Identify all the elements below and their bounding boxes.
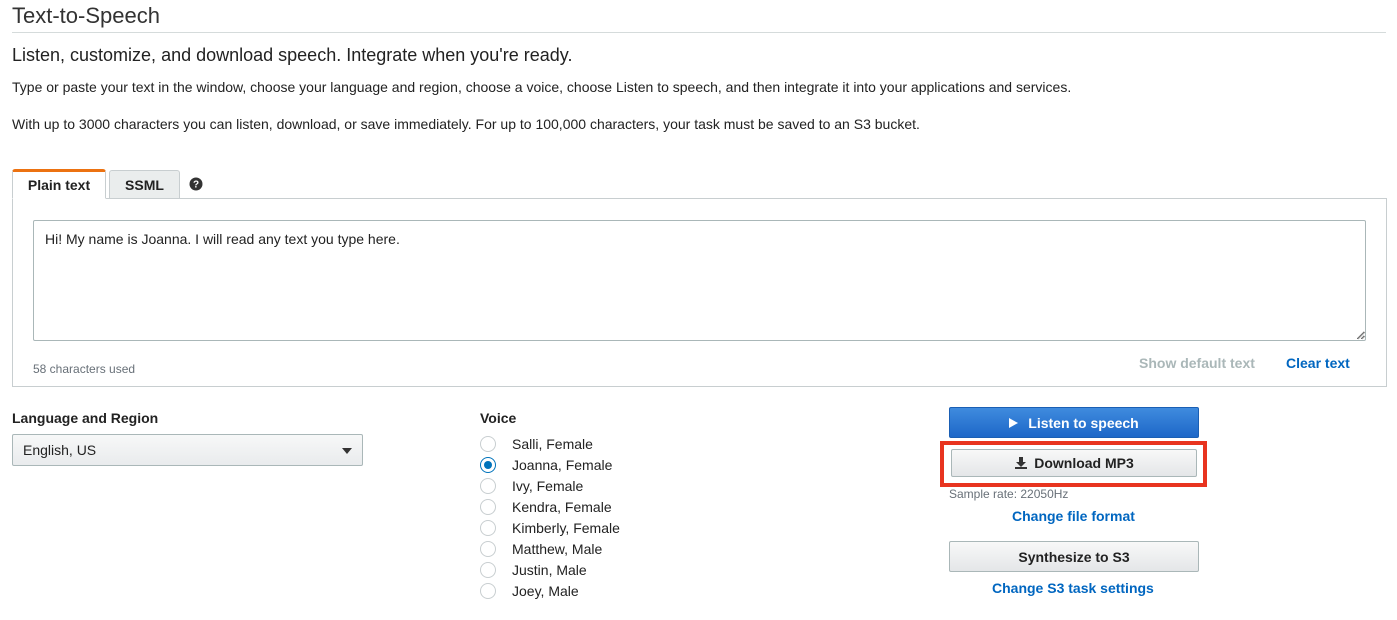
- page-description-instructions: Type or paste your text in the window, c…: [12, 79, 1072, 95]
- radio-button[interactable]: [480, 582, 496, 599]
- clear-text-link[interactable]: Clear text: [1286, 355, 1350, 371]
- tab-ssml[interactable]: SSML: [109, 170, 180, 199]
- language-region-label: Language and Region: [12, 410, 159, 426]
- download-icon: [1015, 457, 1028, 469]
- voice-option-joanna[interactable]: Joanna, Female: [480, 454, 612, 475]
- listen-button-label: Listen to speech: [1028, 414, 1139, 431]
- title-divider: [12, 32, 1386, 33]
- voice-option-label: Matthew, Male: [512, 540, 603, 557]
- radio-button[interactable]: [480, 435, 496, 452]
- resize-grip-icon[interactable]: [1356, 330, 1366, 340]
- voice-option-label: Joey, Male: [512, 582, 579, 599]
- radio-button[interactable]: [480, 561, 496, 578]
- radio-button[interactable]: [480, 498, 496, 515]
- character-count: 58 characters used: [33, 362, 136, 376]
- voice-option-label: Justin, Male: [512, 561, 587, 578]
- voice-option-ivy[interactable]: Ivy, Female: [480, 475, 583, 496]
- page-description-limits: With up to 3000 characters you can liste…: [12, 116, 920, 132]
- radio-button[interactable]: [480, 540, 496, 557]
- show-default-text-link[interactable]: Show default text: [1139, 355, 1255, 371]
- voice-option-matthew[interactable]: Matthew, Male: [480, 538, 602, 559]
- radio-button[interactable]: [480, 519, 496, 536]
- radio-button[interactable]: [480, 477, 496, 494]
- change-file-format-link[interactable]: Change file format: [1012, 508, 1135, 524]
- page-title: Text-to-Speech: [12, 3, 160, 28]
- voice-radio-group: Salli, Female Joanna, Female Ivy, Female…: [480, 433, 620, 601]
- voice-option-kimberly[interactable]: Kimberly, Female: [480, 517, 620, 538]
- synthesize-to-s3-button[interactable]: Synthesize to S3: [949, 541, 1199, 572]
- caret-down-icon: [342, 448, 352, 454]
- voice-option-kendra[interactable]: Kendra, Female: [480, 496, 612, 517]
- voice-option-label: Kimberly, Female: [512, 519, 620, 536]
- voice-option-joey[interactable]: Joey, Male: [480, 580, 579, 601]
- page-subtitle: Listen, customize, and download speech. …: [12, 45, 573, 65]
- voice-label: Voice: [480, 410, 517, 426]
- download-button-label: Download MP3: [1034, 455, 1134, 471]
- text-input-panel: Hi! My name is Joanna. I will read any t…: [12, 198, 1387, 387]
- tab-plain-text[interactable]: Plain text: [12, 169, 106, 199]
- play-icon: [1009, 417, 1019, 428]
- download-mp3-button[interactable]: Download MP3: [951, 449, 1197, 477]
- language-region-select[interactable]: English, US: [12, 434, 363, 466]
- radio-button-selected[interactable]: [480, 456, 496, 473]
- voice-option-label: Ivy, Female: [512, 477, 584, 494]
- voice-option-label: Joanna, Female: [512, 456, 613, 473]
- sample-rate-text: Sample rate: 22050Hz: [949, 487, 1069, 501]
- voice-option-justin[interactable]: Justin, Male: [480, 559, 587, 580]
- language-selected-value: English, US: [23, 442, 97, 458]
- voice-option-label: Salli, Female: [512, 435, 593, 452]
- svg-text:?: ?: [193, 180, 199, 191]
- voice-option-salli[interactable]: Salli, Female: [480, 433, 593, 454]
- speech-text-input[interactable]: Hi! My name is Joanna. I will read any t…: [33, 220, 1366, 341]
- voice-option-label: Kendra, Female: [512, 498, 612, 515]
- listen-to-speech-button[interactable]: Listen to speech: [949, 407, 1199, 438]
- question-circle-icon[interactable]: ?: [189, 177, 203, 191]
- change-s3-task-settings-link[interactable]: Change S3 task settings: [992, 580, 1154, 596]
